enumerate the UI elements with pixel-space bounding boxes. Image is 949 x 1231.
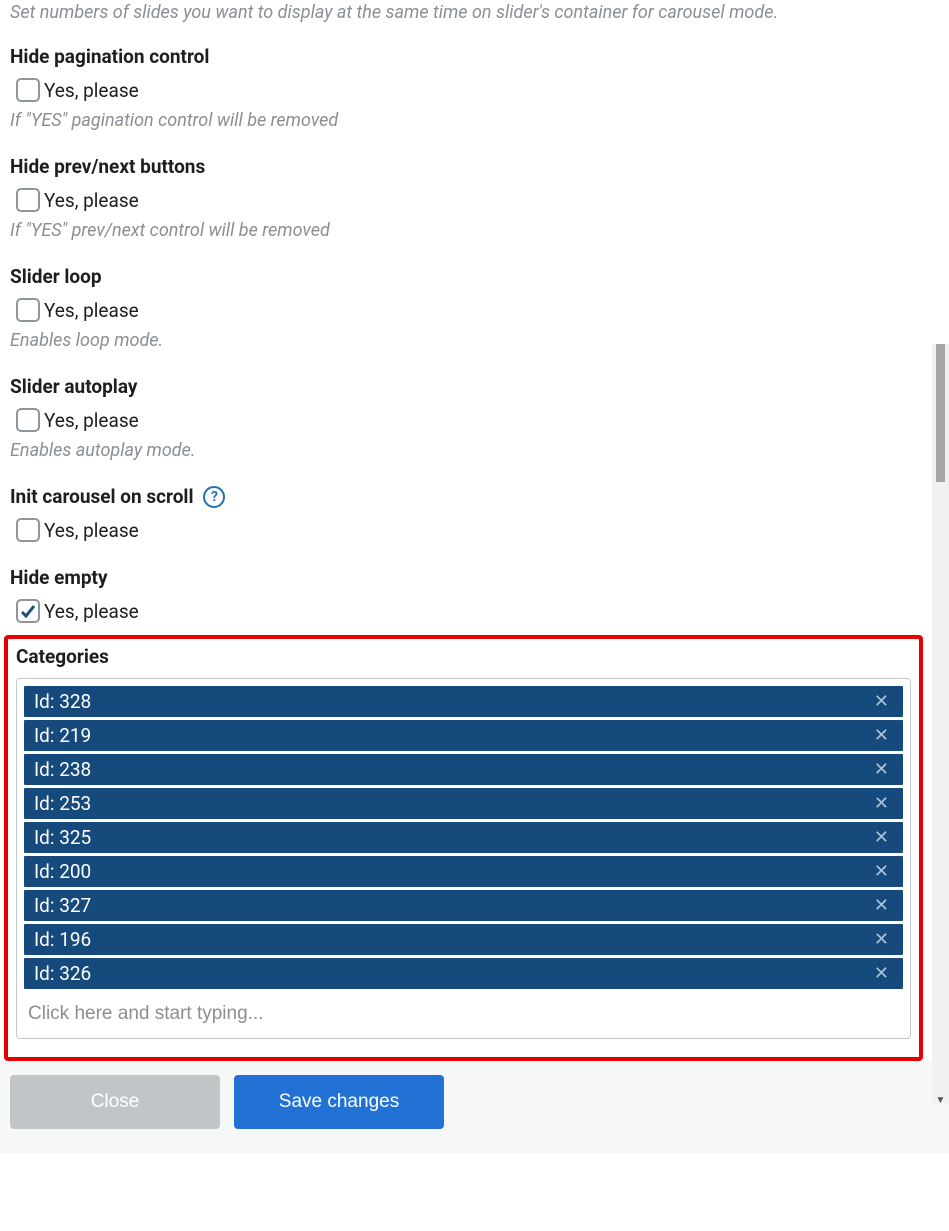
section-hide-empty: Hide empty Yes, please [10,566,939,623]
slider-loop-checkbox[interactable] [16,298,40,322]
section-init-carousel: Init carousel on scroll ? Yes, please [10,485,939,542]
slider-loop-title: Slider loop [10,265,939,288]
close-icon[interactable]: ✕ [870,829,893,847]
slider-autoplay-hint: Enables autoplay mode. [10,440,939,461]
categories-input[interactable] [24,997,903,1031]
categories-section: Categories Id: 328 ✕ Id: 219 ✕ Id: 238 ✕… [4,635,923,1061]
scrollbar-down-icon[interactable]: ▼ [932,1092,949,1109]
category-tag[interactable]: Id: 327 ✕ [24,890,903,921]
slider-loop-hint: Enables loop mode. [10,330,939,351]
hide-prevnext-label: Yes, please [44,189,139,212]
hide-pagination-label: Yes, please [44,79,139,102]
category-tag[interactable]: Id: 253 ✕ [24,788,903,819]
category-tag-label: Id: 325 [34,826,91,849]
category-tag[interactable]: Id: 326 ✕ [24,958,903,989]
category-tag-label: Id: 196 [34,928,91,951]
categories-title: Categories [16,645,911,668]
category-tag[interactable]: Id: 325 ✕ [24,822,903,853]
init-carousel-title: Init carousel on scroll [10,485,193,508]
hide-empty-checkbox[interactable] [16,599,40,623]
close-icon[interactable]: ✕ [870,693,893,711]
save-changes-button[interactable]: Save changes [234,1075,444,1129]
dialog-footer: Close Save changes [0,1061,949,1153]
help-icon[interactable]: ? [203,486,225,508]
init-carousel-checkbox[interactable] [16,518,40,542]
hide-prevnext-hint: If "YES" prev/next control will be remov… [10,220,939,241]
close-icon[interactable]: ✕ [870,727,893,745]
close-icon[interactable]: ✕ [870,863,893,881]
section-slider-autoplay: Slider autoplay Yes, please Enables auto… [10,375,939,461]
close-icon[interactable]: ✕ [870,795,893,813]
category-tag-label: Id: 200 [34,860,91,883]
slider-autoplay-label: Yes, please [44,409,139,432]
scrollbar-thumb[interactable] [936,344,945,482]
slider-autoplay-checkbox[interactable] [16,408,40,432]
slider-loop-label: Yes, please [44,299,139,322]
category-tag[interactable]: Id: 219 ✕ [24,720,903,751]
section-hide-prevnext: Hide prev/next buttons Yes, please If "Y… [10,155,939,241]
init-carousel-label: Yes, please [44,519,139,542]
category-tag-label: Id: 326 [34,962,91,985]
category-tag-label: Id: 219 [34,724,91,747]
categories-multiselect[interactable]: Id: 328 ✕ Id: 219 ✕ Id: 238 ✕ Id: 253 ✕ … [16,678,911,1039]
category-tag[interactable]: Id: 196 ✕ [24,924,903,955]
close-icon[interactable]: ✕ [870,965,893,983]
close-icon[interactable]: ✕ [870,761,893,779]
close-icon[interactable]: ✕ [870,931,893,949]
hide-empty-title: Hide empty [10,566,939,589]
category-tag[interactable]: Id: 200 ✕ [24,856,903,887]
hide-pagination-title: Hide pagination control [10,45,939,68]
hide-pagination-hint: If "YES" pagination control will be remo… [10,110,939,131]
category-tag-label: Id: 253 [34,792,91,815]
close-button[interactable]: Close [10,1075,220,1129]
category-tag[interactable]: Id: 238 ✕ [24,754,903,785]
category-tag[interactable]: Id: 328 ✕ [24,686,903,717]
hide-prevnext-title: Hide prev/next buttons [10,155,939,178]
hide-empty-label: Yes, please [44,600,139,623]
category-tag-label: Id: 327 [34,894,91,917]
section-slider-loop: Slider loop Yes, please Enables loop mod… [10,265,939,351]
category-tag-label: Id: 238 [34,758,91,781]
category-tag-label: Id: 328 [34,690,91,713]
scrollbar-track[interactable] [932,344,949,1104]
intro-text: Set numbers of slides you want to displa… [10,0,939,25]
slider-autoplay-title: Slider autoplay [10,375,939,398]
close-icon[interactable]: ✕ [870,897,893,915]
hide-prevnext-checkbox[interactable] [16,188,40,212]
section-hide-pagination: Hide pagination control Yes, please If "… [10,45,939,131]
hide-pagination-checkbox[interactable] [16,78,40,102]
